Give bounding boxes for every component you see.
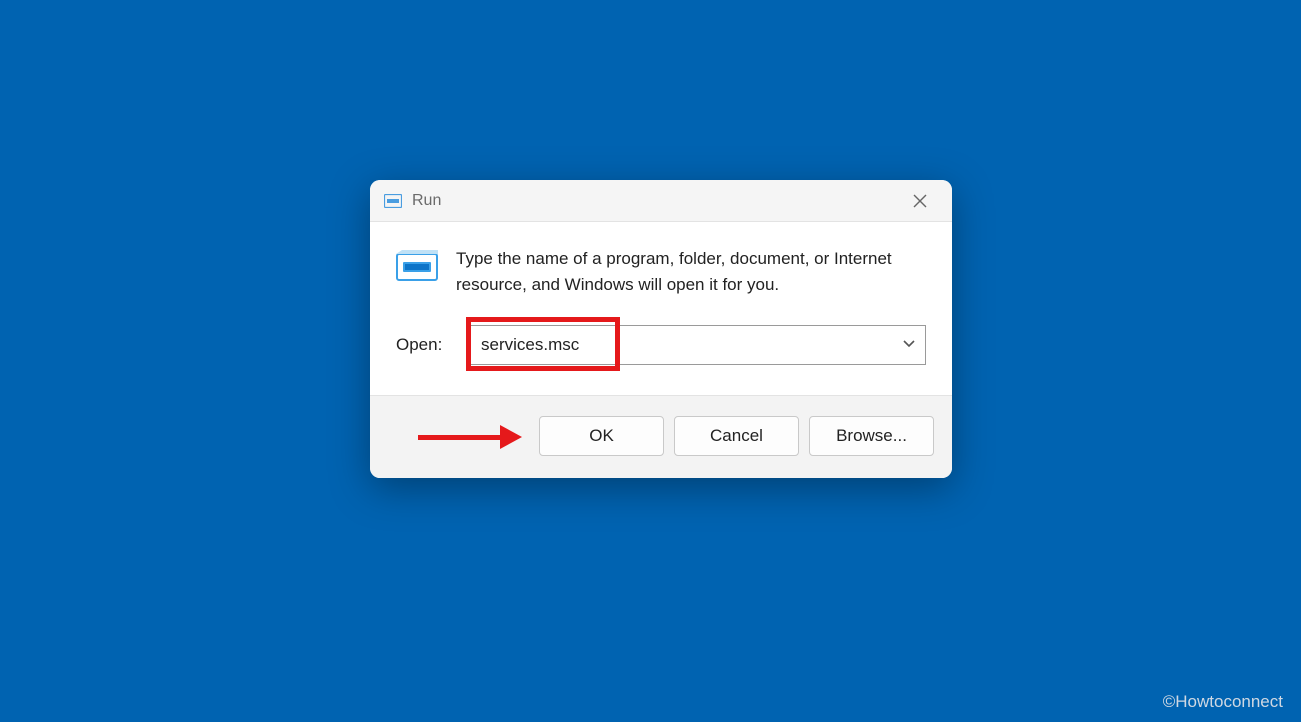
open-input[interactable] <box>470 325 926 365</box>
run-dialog: Run Type the name of a program, folder, … <box>370 180 952 478</box>
close-button[interactable] <box>904 185 936 217</box>
description-row: Type the name of a program, folder, docu… <box>396 246 926 297</box>
run-title-icon <box>384 194 402 208</box>
open-combobox-wrap <box>470 325 926 365</box>
titlebar-left: Run <box>384 192 441 210</box>
dialog-title: Run <box>412 192 441 210</box>
open-label: Open: <box>396 335 454 355</box>
dialog-description: Type the name of a program, folder, docu… <box>456 246 926 297</box>
titlebar: Run <box>370 180 952 222</box>
close-icon <box>913 194 927 208</box>
annotation-arrow <box>418 425 522 449</box>
ok-button[interactable]: OK <box>539 416 664 456</box>
browse-button[interactable]: Browse... <box>809 416 934 456</box>
dialog-content: Type the name of a program, folder, docu… <box>370 222 952 395</box>
open-row: Open: <box>396 325 926 365</box>
watermark-text: ©Howtoconnect <box>1163 692 1283 712</box>
button-bar: OK Cancel Browse... <box>370 395 952 478</box>
run-icon <box>396 250 438 284</box>
cancel-button[interactable]: Cancel <box>674 416 799 456</box>
